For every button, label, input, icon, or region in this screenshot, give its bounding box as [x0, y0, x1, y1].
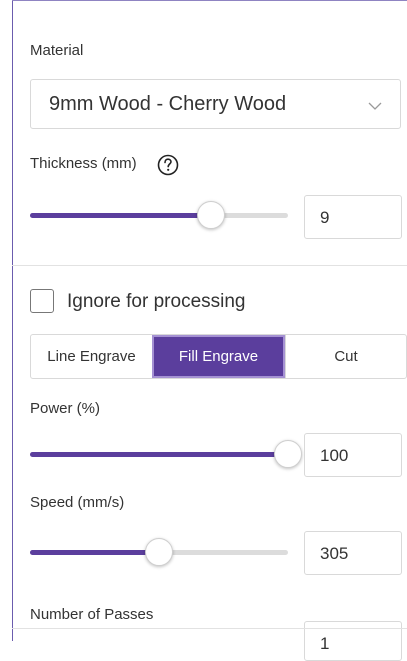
- power-label: Power (%): [30, 400, 101, 417]
- thickness-input[interactable]: 9: [304, 195, 402, 239]
- thickness-slider[interactable]: [30, 201, 288, 229]
- power-slider[interactable]: [30, 440, 302, 468]
- tab-cut[interactable]: Cut: [285, 335, 406, 378]
- help-icon[interactable]: [157, 154, 179, 181]
- material-label: Material: [30, 42, 84, 59]
- ignore-checkbox[interactable]: [30, 289, 54, 313]
- thickness-label: Thickness (mm): [30, 155, 137, 172]
- speed-slider[interactable]: [30, 538, 288, 566]
- speed-input[interactable]: 305: [304, 531, 402, 575]
- thickness-slider-fill: [30, 213, 211, 218]
- ignore-checkbox-label[interactable]: Ignore for processing: [67, 291, 246, 313]
- tab-fill-engrave[interactable]: Fill Engrave: [152, 335, 285, 378]
- mode-tabs: Line Engrave Fill Engrave Cut: [30, 334, 407, 379]
- chevron-down-icon: [368, 98, 382, 116]
- section-divider: [12, 265, 407, 266]
- speed-label: Speed (mm/s): [30, 494, 125, 511]
- panel-border-left: [12, 0, 13, 641]
- power-slider-thumb[interactable]: [274, 440, 302, 468]
- material-selected-value: 9mm Wood - Cherry Wood: [49, 93, 287, 115]
- speed-slider-fill: [30, 550, 159, 555]
- material-dropdown[interactable]: 9mm Wood - Cherry Wood: [30, 79, 401, 129]
- power-input[interactable]: 100: [304, 433, 402, 477]
- panel-border-top: [12, 0, 407, 1]
- speed-slider-thumb[interactable]: [145, 538, 173, 566]
- thickness-slider-thumb[interactable]: [196, 201, 225, 229]
- tab-line-engrave[interactable]: Line Engrave: [31, 335, 152, 378]
- bottom-divider: [12, 628, 407, 629]
- passes-input[interactable]: 1: [304, 621, 402, 661]
- power-slider-fill: [30, 452, 288, 457]
- passes-label: Number of Passes: [30, 606, 154, 623]
